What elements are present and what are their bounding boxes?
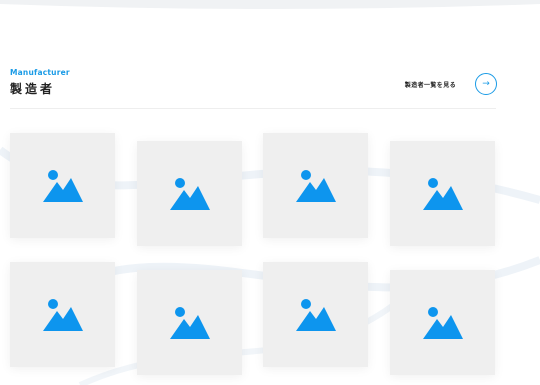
manufacturer-card[interactable] xyxy=(137,270,242,375)
manufacturer-card[interactable] xyxy=(10,262,115,367)
section-divider xyxy=(10,108,496,109)
view-all-link[interactable]: 製造者一覧を見る xyxy=(405,80,466,89)
manufacturer-card[interactable] xyxy=(10,133,115,238)
view-all-arrow-button[interactable]: → xyxy=(475,73,497,95)
manufacturer-card[interactable] xyxy=(390,270,495,375)
section-title: 製造者 xyxy=(10,82,56,96)
image-placeholder-icon xyxy=(42,169,83,202)
manufacturer-section: Manufacturer 製造者 製造者一覧を見る → xyxy=(0,0,540,385)
image-placeholder-icon xyxy=(295,298,336,331)
manufacturer-card[interactable] xyxy=(263,133,368,238)
manufacturer-card[interactable] xyxy=(137,141,242,246)
image-placeholder-icon xyxy=(169,306,210,339)
manufacturer-card[interactable] xyxy=(263,262,368,367)
image-placeholder-icon xyxy=(422,177,463,210)
image-placeholder-icon xyxy=(169,177,210,210)
top-wave xyxy=(0,0,540,9)
section-eyebrow: Manufacturer xyxy=(10,68,70,77)
manufacturer-card[interactable] xyxy=(390,141,495,246)
image-placeholder-icon xyxy=(295,169,336,202)
view-all-label: 製造者一覧を見る xyxy=(404,82,456,89)
image-placeholder-icon xyxy=(422,306,463,339)
arrow-right-icon: → xyxy=(482,78,490,89)
image-placeholder-icon xyxy=(42,298,83,331)
